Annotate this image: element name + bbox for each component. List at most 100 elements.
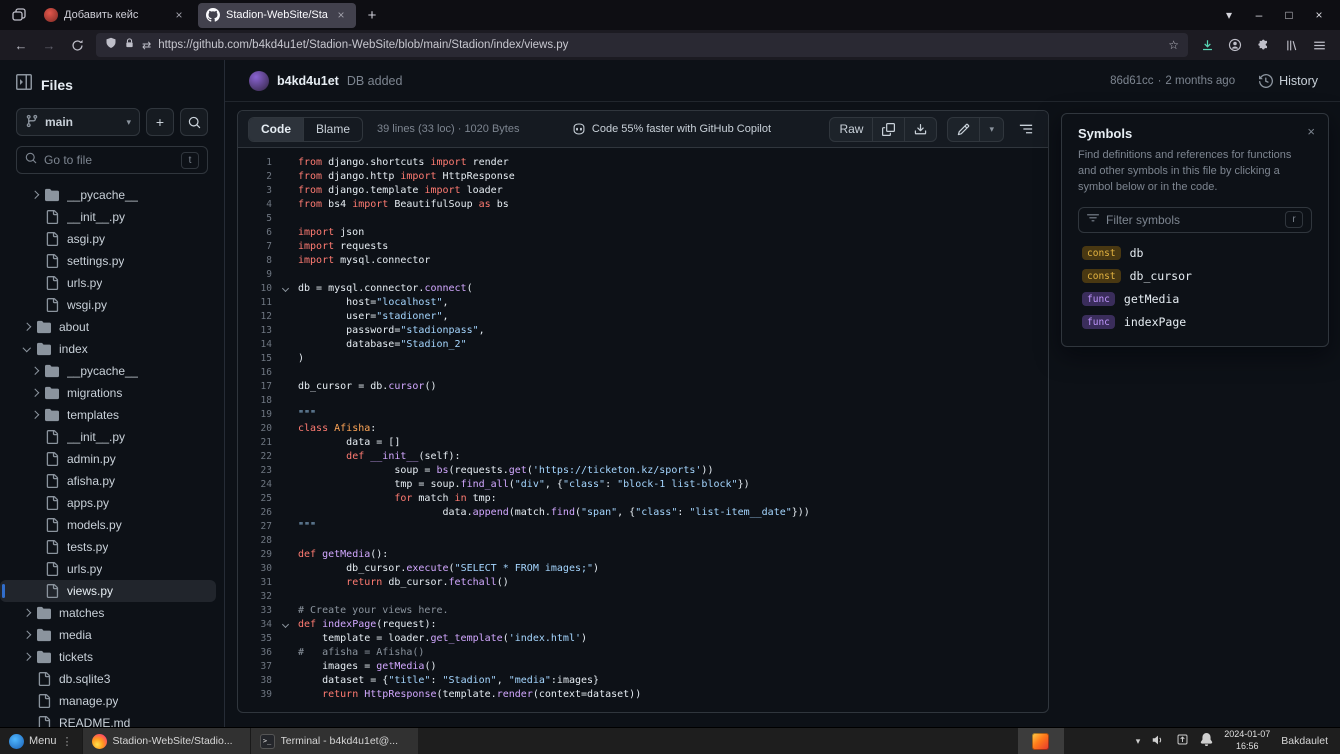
taskbar-clock[interactable]: 2024-01-07 16:56 — [1224, 729, 1270, 752]
symbols-panel-toggle-icon[interactable] — [1012, 117, 1040, 142]
line-number[interactable]: 21 — [238, 436, 272, 450]
tree-folder-templates[interactable]: templates — [0, 404, 216, 426]
chevron-right-icon[interactable] — [28, 412, 42, 418]
edit-button[interactable] — [948, 118, 980, 141]
copilot-banner[interactable]: Code 55% faster with GitHub Copilot — [523, 122, 819, 136]
chevron-down-icon[interactable] — [20, 348, 34, 351]
tree-file-settings.py[interactable]: settings.py — [0, 250, 216, 272]
add-file-button[interactable]: + — [146, 108, 174, 136]
line-number[interactable]: 12 — [238, 310, 272, 324]
commit-message[interactable]: DB added — [347, 74, 403, 88]
line-number[interactable]: 9 — [238, 268, 272, 282]
edit-dropdown-icon[interactable]: ▾ — [980, 118, 1003, 141]
line-number[interactable]: 8 — [238, 254, 272, 268]
tree-folder-__pycache__[interactable]: __pycache__ — [0, 360, 216, 382]
taskbar-user[interactable]: Bakdaulet — [1281, 735, 1330, 747]
line-number[interactable]: 39 — [238, 688, 272, 702]
shield-icon[interactable] — [105, 36, 117, 54]
line-number[interactable]: 31 — [238, 576, 272, 590]
tree-folder-media[interactable]: media — [0, 624, 216, 646]
taskbar-menu-button[interactable]: Menu ⋮ — [0, 728, 82, 754]
tree-file-__init__.py[interactable]: __init__.py — [0, 426, 216, 448]
tree-file-wsgi.py[interactable]: wsgi.py — [0, 294, 216, 316]
search-button[interactable] — [180, 108, 208, 136]
chevron-right-icon[interactable] — [28, 192, 42, 198]
permissions-icon[interactable]: ⇄ — [142, 39, 151, 52]
line-number[interactable]: 23 — [238, 464, 272, 478]
tree-folder-matches[interactable]: matches — [0, 602, 216, 624]
tree-folder-about[interactable]: about — [0, 316, 216, 338]
menu-icon[interactable] — [1306, 33, 1332, 57]
url-bar[interactable]: ⇄ https://github.com/b4kd4u1et/Stadion-W… — [96, 33, 1188, 57]
url-text[interactable]: https://github.com/b4kd4u1et/Stadion-Web… — [158, 39, 1161, 51]
line-number[interactable]: 34 — [238, 618, 272, 632]
tab-blame[interactable]: Blame — [304, 118, 362, 141]
raw-button[interactable]: Raw — [830, 118, 873, 141]
download-icon[interactable] — [1194, 33, 1220, 57]
list-tabs-icon[interactable]: ▾ — [1214, 8, 1244, 22]
extensions-icon[interactable] — [1250, 33, 1276, 57]
tree-file-urls.py[interactable]: urls.py — [0, 272, 216, 294]
fold-chevron-icon[interactable] — [272, 624, 298, 627]
minimize-icon[interactable]: – — [1244, 8, 1274, 22]
tree-file-__init__.py[interactable]: __init__.py — [0, 206, 216, 228]
line-number[interactable]: 35 — [238, 632, 272, 646]
line-number[interactable]: 10 — [238, 282, 272, 296]
branch-selector[interactable]: main ▾ — [16, 108, 140, 136]
filter-symbols-input[interactable]: Filter symbols r — [1078, 207, 1312, 233]
tree-file-urls.py[interactable]: urls.py — [0, 558, 216, 580]
tree-file-README.md[interactable]: README.md — [0, 712, 216, 727]
copy-button[interactable] — [873, 118, 905, 141]
symbol-db[interactable]: constdb — [1078, 242, 1312, 265]
tab1-close-icon[interactable]: × — [172, 8, 186, 22]
line-number[interactable]: 29 — [238, 548, 272, 562]
line-number[interactable]: 13 — [238, 324, 272, 338]
collapse-sidebar-icon[interactable] — [16, 74, 32, 95]
tree-file-models.py[interactable]: models.py — [0, 514, 216, 536]
bookmark-star-icon[interactable]: ☆ — [1168, 38, 1179, 52]
line-number[interactable]: 24 — [238, 478, 272, 492]
avatar[interactable] — [249, 71, 269, 91]
line-number[interactable]: 20 — [238, 422, 272, 436]
maximize-icon[interactable]: □ — [1274, 8, 1304, 22]
taskbar-task-terminal[interactable]: >_ Terminal - b4kd4u1et@... — [250, 728, 418, 754]
forward-icon[interactable]: → — [36, 33, 62, 57]
line-number[interactable]: 28 — [238, 534, 272, 548]
lock-icon[interactable] — [124, 36, 135, 54]
fold-chevron-icon[interactable] — [272, 288, 298, 291]
tree-file-asgi.py[interactable]: asgi.py — [0, 228, 216, 250]
symbols-close-icon[interactable]: × — [1307, 124, 1315, 139]
account-icon[interactable] — [1222, 33, 1248, 57]
chevron-right-icon[interactable] — [20, 654, 34, 660]
commit-author[interactable]: b4kd4u1et — [277, 74, 339, 88]
library-icon[interactable] — [1278, 33, 1304, 57]
line-number[interactable]: 15 — [238, 352, 272, 366]
tab-code[interactable]: Code — [249, 118, 304, 141]
back-icon[interactable]: ← — [8, 33, 34, 57]
commit-sha[interactable]: 86d61cc — [1110, 75, 1153, 87]
updater-icon[interactable] — [1176, 733, 1189, 749]
line-number[interactable]: 5 — [238, 212, 272, 226]
line-number[interactable]: 1 — [238, 156, 272, 170]
tree-folder-migrations[interactable]: migrations — [0, 382, 216, 404]
tree-file-admin.py[interactable]: admin.py — [0, 448, 216, 470]
line-number[interactable]: 19 — [238, 408, 272, 422]
taskbar-task-firefox[interactable]: Stadion-WebSite/Stadio... — [82, 728, 250, 754]
download-raw-button[interactable] — [905, 118, 936, 141]
tree-folder-index[interactable]: index — [0, 338, 216, 360]
tree-file-apps.py[interactable]: apps.py — [0, 492, 216, 514]
go-to-file-input[interactable]: Go to file t — [16, 146, 208, 174]
line-number[interactable]: 11 — [238, 296, 272, 310]
line-number[interactable]: 32 — [238, 590, 272, 604]
chevron-right-icon[interactable] — [20, 610, 34, 616]
tree-file-manage.py[interactable]: manage.py — [0, 690, 216, 712]
line-number[interactable]: 14 — [238, 338, 272, 352]
line-number[interactable]: 6 — [238, 226, 272, 240]
line-number[interactable]: 22 — [238, 450, 272, 464]
browser-tab-1[interactable]: Добавить кейс × — [36, 3, 194, 28]
line-number[interactable]: 36 — [238, 646, 272, 660]
symbol-db_cursor[interactable]: constdb_cursor — [1078, 265, 1312, 288]
line-number[interactable]: 26 — [238, 506, 272, 520]
line-number[interactable]: 25 — [238, 492, 272, 506]
line-number[interactable]: 17 — [238, 380, 272, 394]
